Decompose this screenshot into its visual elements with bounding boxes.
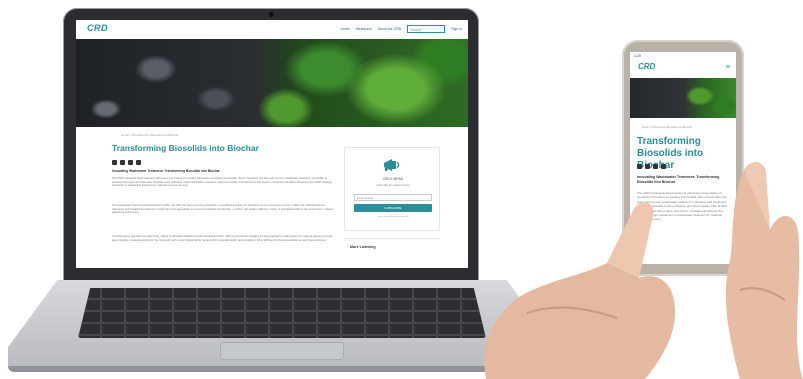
nav-item-home[interactable]: Home [340, 27, 349, 31]
site-header: CRD Home Wellspace About the CRD Search … [76, 20, 468, 39]
phone-hero-image [630, 78, 736, 118]
hero-image-biochar-plants [76, 39, 468, 127]
newsletter-note: You can unsubscribe at any time [377, 216, 409, 218]
facebook-icon[interactable] [112, 160, 117, 165]
laptop-camera [269, 12, 274, 17]
phone-share-icons [637, 164, 666, 169]
nav-item-about[interactable]: About the CRD [378, 27, 402, 31]
laptop-screen: CRD Home Wellspace About the CRD Search … [76, 20, 468, 268]
linkedin-icon[interactable] [128, 160, 133, 165]
twitter-icon[interactable] [120, 160, 125, 165]
email-icon[interactable] [136, 160, 141, 165]
left-hand-illustration [484, 202, 676, 379]
newsletter-heading: CRD E-NEWS [382, 177, 404, 181]
linkedin-icon[interactable] [653, 164, 658, 169]
laptop-keyboard [78, 288, 486, 338]
email-icon[interactable] [661, 164, 666, 169]
facebook-icon[interactable] [637, 164, 642, 169]
site-nav: Home Wellspace About the CRD Search Sign… [340, 25, 462, 33]
signin-link[interactable]: Sign in [451, 27, 462, 31]
nav-item-wellspace[interactable]: Wellspace [356, 27, 372, 31]
phone-status-time: 1:20 [634, 54, 641, 58]
article-paragraph-2: This wastewater treatment was introduced… [112, 204, 334, 215]
article-paragraph-1: The CRD's biological liquid treatment pl… [112, 177, 333, 188]
page-title: Transforming Biosolids into Biochar [112, 143, 259, 153]
right-hand-illustration [725, 162, 803, 379]
chevron-down-icon[interactable]: ⌄ [350, 245, 434, 249]
phone-site-logo[interactable]: CRD [638, 62, 655, 71]
article-paragraph-3: Considering the potential and opportunit… [112, 235, 334, 242]
newsletter-card: CRD E-NEWS Subscribe for updates below E… [344, 147, 440, 231]
phone-breadcrumb[interactable]: Home / Transforming Biosolids into Bioch… [642, 126, 692, 129]
share-icons [112, 160, 141, 165]
search-input[interactable]: Search [407, 25, 446, 33]
article-lead: Innovating Wastewater Treatment: Transfo… [112, 169, 220, 173]
megaphone-icon [384, 159, 400, 171]
laptop-trackpad [220, 342, 344, 360]
twitter-icon[interactable] [645, 164, 650, 169]
breadcrumb[interactable]: Home / Transforming Biosolids into Bioch… [121, 133, 179, 137]
newsletter-subtext: Subscribe for updates below [376, 184, 410, 187]
hamburger-menu-icon[interactable]: ≡ [726, 64, 730, 71]
email-field[interactable]: Email address [354, 194, 432, 201]
subscribe-button[interactable]: SUBSCRIBE [354, 204, 432, 212]
device-mockup-scene: CRD Home Wellspace About the CRD Search … [0, 0, 803, 379]
sidebar-section[interactable]: More Listening ⌄ [344, 238, 440, 268]
site-logo[interactable]: CRD [87, 23, 108, 33]
